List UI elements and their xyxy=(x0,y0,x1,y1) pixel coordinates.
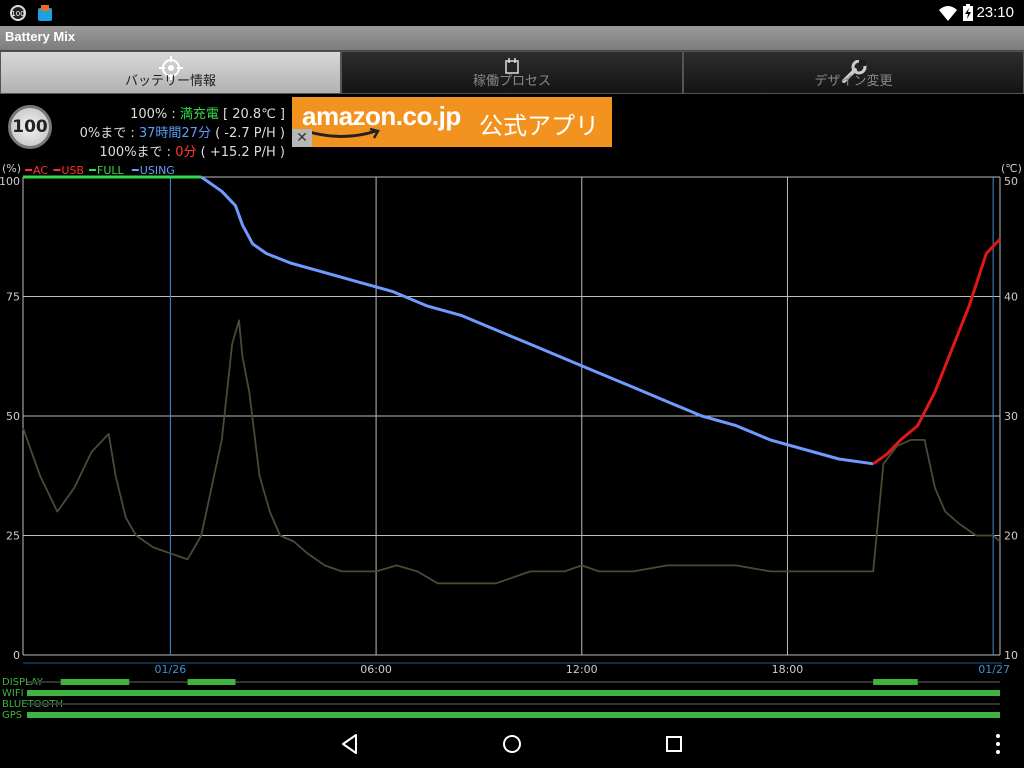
x-tick-label: 01/27 xyxy=(978,663,1010,676)
charge-rate: ( +15.2 P/H ) xyxy=(196,145,285,160)
chart-grid xyxy=(22,176,1002,664)
tab-battery-info[interactable]: バッテリー情報 xyxy=(0,51,341,94)
wifi-icon xyxy=(939,6,957,21)
y2-tick-label: 40 xyxy=(1004,291,1018,304)
y2-tick-label: 10 xyxy=(1004,649,1018,662)
x-tick-label: 01/26 xyxy=(155,663,187,676)
y2-tick-label: 20 xyxy=(1004,530,1018,543)
tab-label: 稼働プロセス xyxy=(472,74,551,89)
tab-label: デザイン変更 xyxy=(814,74,893,89)
timeline-segment xyxy=(873,679,918,685)
y2-tick-label: 50 xyxy=(1004,175,1018,188)
battery-temperature: [ 20.8℃ ] xyxy=(218,107,285,122)
overflow-menu-button[interactable] xyxy=(990,732,1006,756)
y-tick-label: 100 xyxy=(0,175,20,188)
recents-button[interactable] xyxy=(662,732,686,756)
series-line-using xyxy=(200,175,874,466)
battery-history-chart: 100 50 75 40 50 30 25 20 0 10 01/26 06:00 12:00 18:00… xyxy=(0,162,1022,720)
series-line-temperature xyxy=(22,319,1001,585)
time-to-full: 0分 xyxy=(175,145,197,160)
tab-bar: バッテリー情報 稼働プロセス デザイン変更 xyxy=(0,51,1024,96)
navigation-bar xyxy=(0,720,1024,768)
y-axis-unit: (%) xyxy=(2,162,21,175)
series-line-ac xyxy=(872,238,1002,466)
info-charge-line: 100% : 満充電 [ 20.8℃ ] xyxy=(130,103,285,122)
battery-charging-icon xyxy=(963,4,973,21)
legend-label: USB xyxy=(61,164,84,177)
timeline-segment xyxy=(27,690,1000,696)
info-to-empty-line: 0%まで : 37時間27分 ( -2.7 P/H ) xyxy=(80,122,285,141)
usage-timeline: DISPLAYWIFIBLUETOOTHGPS xyxy=(2,677,1000,720)
status-badge-text: 100 xyxy=(11,10,24,18)
timeline-segment xyxy=(187,679,236,685)
status-bar: 100 23:10 xyxy=(0,0,1024,26)
tab-design[interactable]: デザイン変更 xyxy=(683,51,1024,94)
separator: : xyxy=(162,145,176,160)
legend-label: FULL xyxy=(97,164,125,177)
ad-banner[interactable]: amazon.co.jp 公式アプリ ✕ xyxy=(292,97,612,147)
tab-label: バッテリー情報 xyxy=(124,74,216,89)
charge-percent: 100% xyxy=(130,107,168,122)
app-title: Battery Mix xyxy=(5,29,76,44)
separator: : xyxy=(167,107,180,122)
separator: : xyxy=(126,126,139,141)
y-tick-label: 0 xyxy=(13,649,20,662)
y2-axis-unit: (℃) xyxy=(1001,162,1022,175)
info-to-full-line: 100%まで : 0分 ( +15.2 P/H ) xyxy=(99,141,285,160)
to-full-label: 100%まで xyxy=(99,145,163,160)
ad-close-button[interactable]: ✕ xyxy=(292,129,312,147)
chart-series xyxy=(22,175,1002,585)
x-tick-label: 06:00 xyxy=(360,663,392,676)
x-tick-label: 12:00 xyxy=(566,663,598,676)
amazon-smile-icon xyxy=(305,128,380,139)
chart-labels: 100 50 75 40 50 30 25 20 0 10 01/26 06:00 12:00 18:00… xyxy=(0,162,1022,676)
to-empty-label: 0%まで xyxy=(79,126,127,141)
timeline-segment xyxy=(27,712,1000,718)
battery-level-badge: 100 xyxy=(8,105,52,149)
app-title-bar: Battery Mix xyxy=(0,26,1024,51)
battery-badge-icon: 100 xyxy=(10,5,26,21)
x-tick-label: 18:00 xyxy=(772,663,804,676)
discharge-rate: ( -2.7 P/H ) xyxy=(210,126,285,141)
tab-processes[interactable]: 稼働プロセス xyxy=(341,51,683,94)
y2-tick-label: 30 xyxy=(1004,410,1018,423)
y-tick-label: 50 xyxy=(6,410,20,423)
charge-status: 満充電 xyxy=(179,107,219,122)
legend-label: USING xyxy=(140,164,175,177)
legend-label: AC xyxy=(33,164,48,177)
timeline-label: GPS xyxy=(2,710,22,720)
y-tick-label: 75 xyxy=(6,291,20,304)
timeline-segment xyxy=(60,679,130,685)
home-button[interactable] xyxy=(500,732,524,756)
y-tick-label: 25 xyxy=(6,530,20,543)
back-button[interactable] xyxy=(338,732,362,756)
app-notify-icon xyxy=(38,5,52,21)
status-time: 23:10 xyxy=(976,4,1014,21)
time-to-empty: 37時間27分 xyxy=(138,126,211,141)
ad-text: 公式アプリ xyxy=(479,112,599,140)
timeline-label: WIFI xyxy=(2,688,24,699)
